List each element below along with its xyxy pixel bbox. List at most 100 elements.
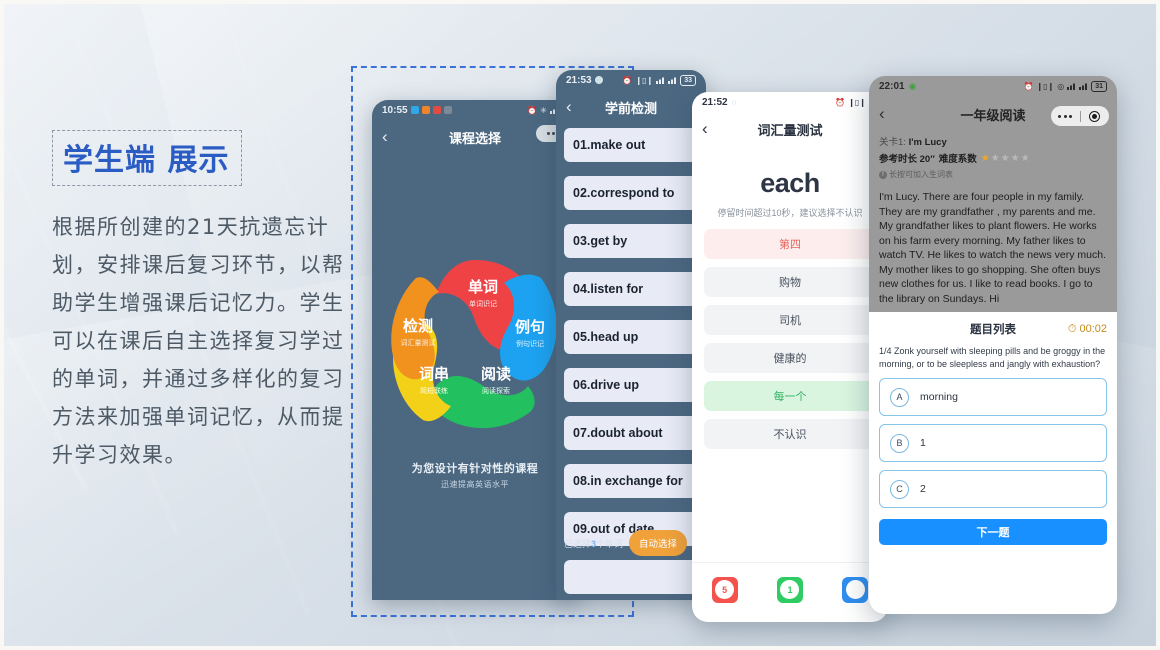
reading-meta: 关卡1: I'm Lucy 参考时长 20″ 难度系数 ★★★★★ ! 长按可加… — [869, 132, 1117, 180]
known-count-badge[interactable]: 1 — [776, 576, 803, 603]
hotspot-icon: ◎ — [1057, 81, 1065, 91]
answer-text: morning — [920, 391, 958, 403]
back-icon[interactable]: ‹ — [382, 127, 388, 147]
back-icon[interactable]: ‹ — [702, 119, 708, 139]
app-badge-icon — [421, 106, 430, 114]
list-item[interactable]: 04.listen for — [564, 272, 698, 306]
answer-letter: A — [890, 387, 909, 407]
target-circle-icon[interactable] — [1081, 110, 1110, 122]
app-badge-icon — [432, 106, 441, 114]
test-footer-badges: 5 1 — [692, 562, 888, 608]
option-item[interactable]: 每一个 — [704, 381, 876, 411]
answer-option[interactable]: B 1 — [879, 424, 1107, 462]
svg-text:单词识记: 单词识记 — [469, 299, 497, 308]
back-icon[interactable]: ‹ — [566, 97, 572, 117]
caption-line-2: 迅速提高英语水平 — [441, 480, 509, 489]
quiz-question: 1/4 Zonk yourself with sleeping pills an… — [879, 346, 1106, 369]
reading-header: 22:01 ◉ ⏰ ❙▯❙ ◎ 31 ‹ 一年级阅读 关卡1: I'm Lucy… — [869, 76, 1117, 312]
timer-value: 00:02 — [1079, 323, 1107, 335]
weather-icon: ◌ — [731, 97, 737, 107]
level-title: I'm Lucy — [908, 137, 947, 148]
test-hint: 停留时间超过10秒，建议选择不认识 — [717, 208, 863, 218]
badge-value — [845, 580, 865, 599]
wechat-icon: ◉ — [908, 80, 917, 91]
alarm-icon: ⏰ — [1023, 81, 1034, 91]
page-title: 学生端 展示 — [63, 143, 230, 178]
mini-program-capsule — [1051, 106, 1109, 126]
section-title-box: 学生端 展示 — [52, 130, 243, 186]
list-item[interactable]: 06.drive up — [564, 368, 698, 402]
nav-title: 词汇量测试 — [757, 122, 823, 138]
answer-option[interactable]: C 2 — [879, 470, 1107, 508]
app-badge-icon — [443, 106, 452, 114]
svg-text:例句: 例句 — [515, 318, 545, 336]
longpress-tip: ! 长按可加入生词表 — [879, 169, 1107, 180]
phone-phrase-list: 21:53 ⏰ ❙▯❙ 33 ‹ 学前检测 01.make out 02.cor… — [556, 70, 706, 600]
bluetooth-icon: ✳ — [540, 105, 547, 115]
answer-letter: C — [890, 479, 909, 499]
nav-title: 学前检测 — [604, 100, 657, 116]
selected-suffix: 个单词 — [596, 538, 624, 549]
list-item[interactable]: 03.get by — [564, 224, 698, 258]
list-item[interactable]: 07.doubt about — [564, 416, 698, 450]
quiz-title: 题目列表 — [970, 324, 1016, 336]
list-item[interactable] — [564, 560, 698, 594]
answer-letter: B — [890, 433, 909, 453]
status-time: 21:52 — [702, 96, 728, 108]
test-options: 第四 购物 司机 健康的 每一个 不认识 — [692, 219, 888, 449]
course-wheel-caption: 为您设计有针对性的课程 迅速提高英语水平 — [372, 460, 578, 490]
app-badge-icon — [594, 76, 603, 84]
option-item[interactable]: 第四 — [704, 229, 876, 259]
alarm-icon: ⏰ — [527, 105, 538, 115]
alarm-icon: ⏰ — [835, 97, 846, 107]
slide-canvas: 学生端 展示 根据所创建的21天抗遗忘计划，安排课后复习环节，以帮助学生增强课后… — [0, 0, 1160, 650]
signal-icon — [656, 76, 666, 84]
list-item[interactable]: 08.in exchange for — [564, 464, 698, 498]
tip-text: 长按可加入生词表 — [889, 170, 953, 179]
alarm-clock-icon: ⏱ — [1067, 322, 1077, 335]
status-bar: 22:01 ◉ ⏰ ❙▯❙ ◎ 31 — [869, 76, 1117, 96]
reading-quiz-panel: 题目列表 ⏱ 00:02 1/4 Zonk yourself with slee… — [869, 312, 1117, 545]
svg-text:阅读探索: 阅读探索 — [482, 386, 510, 395]
next-badge[interactable] — [842, 576, 869, 603]
auto-select-button[interactable]: 自动选择 — [629, 530, 688, 556]
next-question-button[interactable]: 下一题 — [879, 519, 1107, 545]
level-label: 关卡1: — [879, 137, 906, 148]
more-dots-icon[interactable] — [1051, 114, 1080, 118]
option-item[interactable]: 健康的 — [704, 343, 876, 373]
status-bar: 21:53 ⏰ ❙▯❙ 33 — [556, 70, 706, 90]
svg-text:词串: 词串 — [419, 365, 449, 383]
signal-icon — [1067, 82, 1077, 90]
answer-option[interactable]: A morning — [879, 378, 1107, 416]
list-item[interactable]: 02.correspond to — [564, 176, 698, 210]
option-item[interactable]: 不认识 — [704, 419, 876, 449]
signal-icon — [1079, 82, 1089, 90]
svg-text:词汇量测试: 词汇量测试 — [401, 338, 436, 347]
course-wheel-diagram: 单词 单词识记 例句 例句识记 阅读 阅读探索 词串 简短联练 检测 词汇量测试 — [391, 260, 557, 429]
unknown-count-badge[interactable]: 5 — [711, 576, 738, 603]
duration-difficulty-line: 参考时长 20″ 难度系数 ★★★★★ — [879, 151, 1107, 166]
status-time: 21:53 — [566, 74, 592, 86]
left-text-column: 学生端 展示 根据所创建的21天抗遗忘计划，安排课后复习环节，以帮助学生增强课后… — [52, 130, 352, 474]
badge-value: 5 — [715, 580, 735, 599]
selected-prefix: 已选择 — [564, 538, 592, 549]
quiz-timer: ⏱ 00:02 — [1068, 323, 1107, 336]
battery-indicator: 33 — [680, 74, 696, 86]
list-item[interactable]: 01.make out — [564, 128, 698, 162]
list-item[interactable]: 05.head up — [564, 320, 698, 354]
svg-text:检测: 检测 — [403, 317, 433, 335]
level-line: 关卡1: I'm Lucy — [879, 134, 1107, 148]
status-time: 10:55 — [382, 104, 408, 116]
battery-indicator: 31 — [1091, 80, 1107, 92]
svg-text:简短联练: 简短联练 — [420, 386, 448, 395]
nav-bar: ‹ 学前检测 — [556, 90, 706, 124]
selected-count-label: 已选择3个单词 — [564, 537, 623, 550]
phrase-list-footer: 已选择3个单词 自动选择 — [556, 528, 706, 558]
option-item[interactable]: 司机 — [704, 305, 876, 335]
quiz-header: 题目列表 ⏱ 00:02 — [879, 320, 1107, 338]
phone-reading: 22:01 ◉ ⏰ ❙▯❙ ◎ 31 ‹ 一年级阅读 关卡1: I'm Lucy… — [869, 76, 1117, 614]
option-item[interactable]: 购物 — [704, 267, 876, 297]
duration-label: 参考时长 20″ — [879, 154, 935, 165]
status-bar: 10:55 ⏰ ✳ ◥ — [372, 100, 578, 120]
phrase-list: 01.make out 02.correspond to 03.get by 0… — [556, 124, 706, 594]
